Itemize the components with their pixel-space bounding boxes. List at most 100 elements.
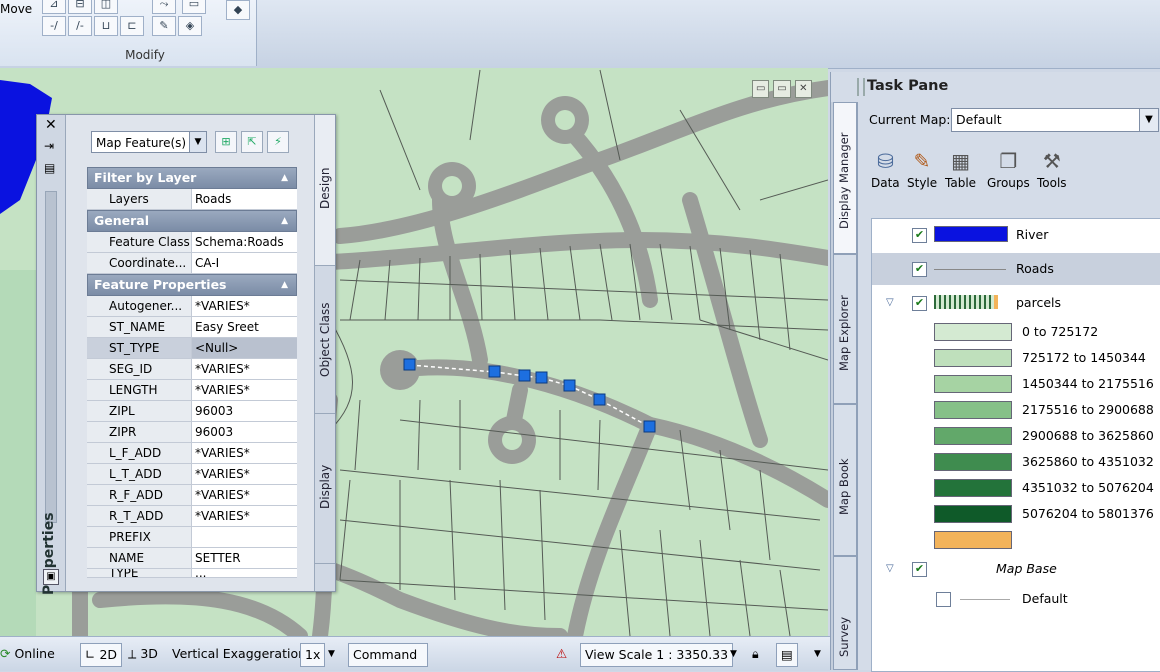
chevron-down-icon[interactable]: ▼ [814, 643, 821, 665]
property-row[interactable]: LENGTH *VARIES* [87, 380, 297, 401]
property-row[interactable]: NAME SETTER [87, 548, 297, 569]
property-row[interactable]: Coordinate... CA-I [87, 253, 297, 274]
data-button[interactable]: ⛁ Data [871, 148, 900, 190]
style-button[interactable]: ✎ Style [907, 148, 937, 190]
property-value: 96003 [192, 401, 297, 421]
collapse-icon[interactable]: ▽ [886, 563, 894, 574]
tab-map-book-label: Map Book [837, 458, 851, 515]
current-map-select[interactable]: Default ▼ [951, 108, 1159, 132]
corner-icon[interactable]: ⊏ [120, 16, 144, 36]
style-icon[interactable]: ◆ [226, 0, 250, 20]
filter-section-header[interactable]: Filter by Layer ▲ [87, 167, 297, 189]
view-scale-box[interactable]: View Scale 1 : 3350.33 [580, 643, 734, 667]
mode-2d-button[interactable]: ∟ 2D [80, 643, 123, 667]
property-value: *VARIES* [192, 443, 297, 463]
minimize-icon[interactable]: ▭ [752, 80, 770, 98]
tab-object-class-label: Object Class [318, 302, 332, 377]
palette-scroll-strip[interactable] [45, 191, 57, 523]
checkbox-checked[interactable]: ✔ [912, 296, 927, 311]
modify-tool-icon[interactable]: ⤳ [152, 0, 176, 14]
table-button[interactable]: ▦ Table [945, 148, 976, 190]
online-status[interactable]: ⟳ Online [0, 643, 55, 665]
layer-row-parcels[interactable]: ▽ ✔ parcels [872, 289, 1160, 317]
groups-button[interactable]: ❐ Groups [987, 148, 1030, 190]
feature-section-header[interactable]: Feature Properties ▲ [87, 274, 297, 296]
property-row[interactable]: L_F_ADD *VARIES* [87, 443, 297, 464]
property-row[interactable]: R_F_ADD *VARIES* [87, 485, 297, 506]
tools-label: Tools [1037, 176, 1067, 190]
quick-select-icon[interactable]: ⚡ [267, 131, 289, 153]
properties-menu-icon[interactable]: ▤ [44, 161, 55, 175]
park-area [0, 270, 36, 636]
chevron-down-icon[interactable]: ▼ [730, 643, 737, 665]
tab-object-class[interactable]: Object Class [315, 265, 335, 414]
property-row[interactable]: SEG_ID *VARIES* [87, 359, 297, 380]
layer-row-map-base[interactable]: ▽ ✔ Map Base [872, 555, 1160, 583]
checkbox-checked[interactable]: ✔ [912, 228, 927, 243]
tools-button[interactable]: ⚒ Tools [1037, 148, 1067, 190]
close-icon[interactable]: ✕ [794, 80, 812, 98]
select-objects-icon[interactable]: ⇱ [241, 131, 263, 153]
chevron-down-icon[interactable]: ▼ [328, 643, 335, 665]
mode-3d-button[interactable]: ⟂ 3D [128, 643, 158, 665]
property-row[interactable]: ZIPL 96003 [87, 401, 297, 422]
trim-line-icon[interactable]: /- [68, 16, 92, 36]
collapse-icon[interactable]: ▽ [886, 297, 894, 308]
command-button[interactable]: Command [348, 643, 428, 667]
general-section-header[interactable]: General ▲ [87, 210, 297, 232]
current-map-label: Current Map: [869, 112, 951, 127]
tab-design-label: Design [318, 167, 332, 209]
object-type-select[interactable]: Map Feature(s) ▼ [91, 131, 207, 153]
tab-design[interactable]: Design [315, 115, 335, 266]
modify-tool-icon[interactable]: ⊿ [42, 0, 66, 14]
restore-icon[interactable]: ▭ [773, 80, 791, 98]
property-row[interactable]: ST_NAME Easy Sreet [87, 317, 297, 338]
view2d-icon: ∟ [85, 647, 96, 662]
shape-icon[interactable]: ◈ [178, 16, 202, 36]
property-row[interactable]: L_T_ADD *VARIES* [87, 464, 297, 485]
warning-icon[interactable]: ⚠ [556, 643, 567, 665]
theme-swatch [934, 479, 1012, 497]
tab-display-manager[interactable]: Display Manager [833, 102, 857, 254]
tab-map-explorer[interactable]: Map Explorer [833, 254, 857, 404]
property-row[interactable]: Feature Class Schema:Roads [87, 232, 297, 253]
split-line-icon[interactable]: -/ [42, 16, 66, 36]
grip-handle[interactable] [857, 78, 865, 96]
properties-palette: ✕ ⇥ ▤ Properties ▣ Map Feature(s) ▼ ⊞ ⇱ … [36, 114, 336, 595]
online-icon: ⟳ [0, 646, 11, 661]
close-icon[interactable]: ✕ [45, 117, 57, 133]
modify-tool-icon[interactable]: ◫ [94, 0, 118, 14]
tab-display[interactable]: Display [315, 413, 335, 564]
checkbox-checked[interactable]: ✔ [912, 262, 927, 277]
parcels-theme-swatch [934, 295, 998, 309]
autohide-icon[interactable]: ⇥ [44, 139, 54, 153]
modify-tool-icon[interactable]: ▭ [182, 0, 206, 14]
toggle-pickadd-icon[interactable]: ⊞ [215, 131, 237, 153]
checkbox-checked[interactable]: ✔ [912, 562, 927, 577]
bracket-icon[interactable]: ⊔ [94, 16, 118, 36]
property-row-selected[interactable]: ST_TYPE <Null> [87, 338, 297, 359]
palette-settings-icon[interactable]: ▣ [43, 569, 59, 585]
property-row[interactable]: TYPE... [87, 569, 297, 578]
property-row[interactable]: Autogener... *VARIES* [87, 296, 297, 317]
brush-icon[interactable]: ✎ [152, 16, 176, 36]
property-row[interactable]: PREFIX [87, 527, 297, 548]
object-type-value: Map Feature(s) [96, 136, 187, 150]
property-row[interactable]: Layers Roads [87, 189, 297, 210]
layer-row-default[interactable]: Default [872, 585, 1160, 613]
toolbar-toggle-icon[interactable]: ▤ [776, 643, 798, 667]
vertical-exaggeration-value[interactable]: 1x [300, 643, 326, 667]
layer-row-river[interactable]: ✔ River [872, 221, 1160, 249]
layer-row-roads[interactable]: ✔ Roads [872, 253, 1160, 285]
checkbox-unchecked[interactable] [936, 592, 951, 607]
online-label: Online [14, 646, 55, 661]
tab-survey[interactable]: Survey [833, 556, 857, 670]
tab-map-book[interactable]: Map Book [833, 404, 857, 556]
lock-icon[interactable]: 🔒︎ [752, 643, 759, 665]
property-value: Roads [192, 189, 297, 209]
modify-tool-icon[interactable]: ⊟ [68, 0, 92, 14]
property-value: <Null> [192, 338, 297, 358]
task-pane-title: Task Pane [867, 78, 949, 94]
property-row[interactable]: ZIPR 96003 [87, 422, 297, 443]
property-row[interactable]: R_T_ADD *VARIES* [87, 506, 297, 527]
